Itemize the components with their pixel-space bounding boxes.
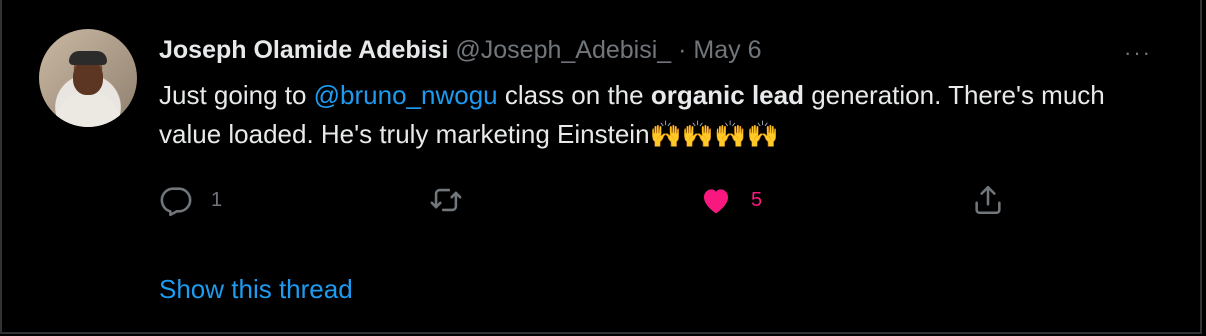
tweet-actions: 1 5 <box>159 180 1019 220</box>
share-icon <box>971 183 1005 217</box>
author-handle[interactable]: @Joseph_Adebisi_ <box>455 36 671 64</box>
avatar-body <box>55 93 121 127</box>
tweet-date[interactable]: May 6 <box>693 36 761 64</box>
avatar-face <box>73 61 103 95</box>
author-name[interactable]: Joseph Olamide Adebisi <box>159 36 448 64</box>
show-thread-link[interactable]: Show this thread <box>159 274 353 305</box>
more-icon[interactable]: ··· <box>1124 40 1152 66</box>
separator-dot: · <box>678 36 687 64</box>
retweet-icon <box>429 183 463 217</box>
avatar[interactable] <box>39 29 137 127</box>
heart-icon <box>699 183 733 217</box>
like-button[interactable]: 5 <box>699 180 762 220</box>
reply-count: 1 <box>211 188 223 211</box>
reply-button[interactable]: 1 <box>159 180 222 220</box>
tweet-header: Joseph Olamide Adebisi @Joseph_Adebisi_ … <box>159 36 762 65</box>
reply-icon <box>159 183 193 217</box>
share-button[interactable] <box>971 180 1005 220</box>
tweet-text: Just going to @bruno_nwogu class on the … <box>159 76 1169 154</box>
tweet-card[interactable]: Joseph Olamide Adebisi @Joseph_Adebisi_ … <box>0 0 1202 334</box>
mention-link[interactable]: @bruno_nwogu <box>314 80 498 110</box>
tweet-text-bold: organic lead <box>650 80 804 110</box>
raising-hands-emoji: 🙌🙌🙌🙌 <box>649 119 780 149</box>
tweet-text-part: class on the <box>497 80 651 110</box>
like-count: 5 <box>751 188 763 211</box>
retweet-button[interactable] <box>429 180 481 220</box>
avatar-cap <box>69 51 107 65</box>
tweet-text-part: Just going to <box>159 80 314 110</box>
